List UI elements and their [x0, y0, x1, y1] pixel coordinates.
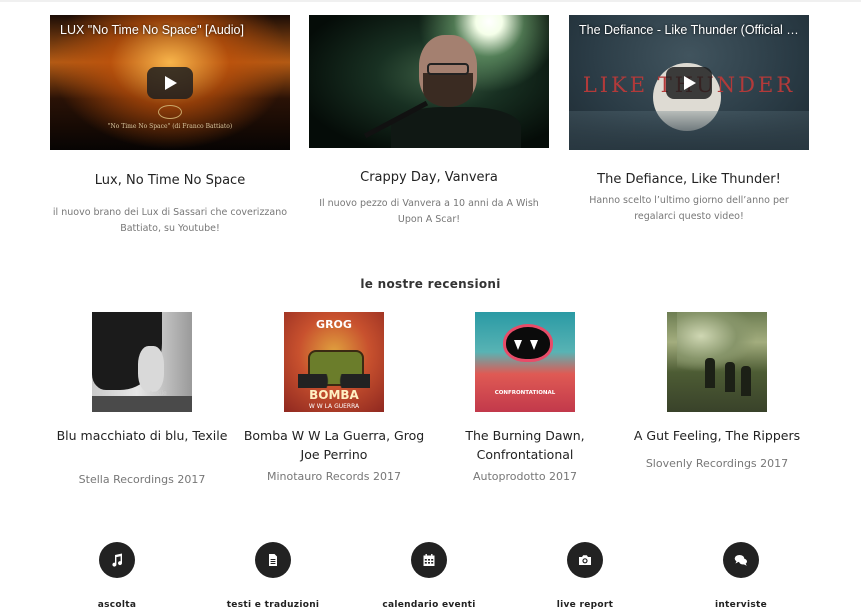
video-description: Il nuovo pezzo di Vanvera a 10 anni da A… — [319, 198, 539, 225]
cover-text: CONFRONTATIONAL — [494, 390, 556, 396]
video-thumbnail[interactable]: LUX "No Time No Space" [Audio] "No Time … — [50, 15, 290, 150]
nav-label[interactable]: calendario eventi — [354, 600, 504, 610]
cover-band-shape — [92, 396, 192, 412]
fang-icon — [530, 340, 538, 350]
cover-mouth-shape — [503, 324, 553, 362]
video-thumbnail[interactable] — [309, 15, 549, 148]
nav-label[interactable]: testi e traduzioni — [198, 600, 348, 610]
review-label: Stella Recordings 2017 — [78, 473, 206, 486]
cover-text: BOMBA — [309, 388, 359, 402]
video-thumb-title[interactable]: LUX "No Time No Space" [Audio] — [60, 23, 282, 37]
album-cover[interactable]: CONFRONTATIONAL — [475, 312, 575, 412]
nav-label[interactable]: live report — [510, 600, 660, 610]
review-label: Slovenly Recordings 2017 — [645, 457, 789, 470]
album-cover[interactable]: texile — [92, 312, 192, 412]
cover-figure-shape — [741, 366, 751, 396]
video-description: il nuovo brano dei Lux di Sassari che co… — [52, 207, 288, 234]
nav-label[interactable]: interviste — [666, 600, 816, 610]
review-label: Minotauro Records 2017 — [266, 470, 401, 483]
video-title[interactable]: The Defiance, Like Thunder! — [569, 172, 809, 187]
nav-label[interactable]: ascolta — [42, 600, 192, 610]
singer-beard-shape — [423, 73, 473, 107]
review-title[interactable]: The Burning Dawn, Confrontational — [425, 426, 625, 464]
document-icon[interactable] — [255, 542, 291, 578]
review-title[interactable]: A Gut Feeling, The Rippers — [617, 426, 817, 445]
cover-wheels-shape — [298, 374, 370, 388]
top-divider — [0, 0, 861, 2]
camera-icon[interactable] — [567, 542, 603, 578]
fang-icon — [514, 340, 522, 350]
video-title[interactable]: Lux, No Time No Space — [50, 173, 290, 188]
cover-figure-shape — [705, 358, 715, 388]
play-icon[interactable] — [666, 66, 712, 99]
reviews-section-title: le nostre recensioni — [360, 277, 501, 291]
album-cover[interactable]: GROG BOMBA W W LA GUERRA — [284, 312, 384, 412]
video-cover-text: "No Time No Space" (di Franco Battiato) — [107, 123, 233, 130]
comments-icon[interactable] — [723, 542, 759, 578]
calendar-icon[interactable] — [411, 542, 447, 578]
glasses-icon — [427, 63, 469, 75]
video-description: Hanno scelto l’ultimo giorno dell’anno p… — [589, 195, 789, 222]
video-thumbnail[interactable]: LIKE THUNDER The Defiance - Like Thunder… — [569, 15, 809, 150]
review-title[interactable]: Blu macchiato di blu, Texile — [42, 426, 242, 445]
cover-text: GROG — [316, 318, 352, 331]
play-icon[interactable] — [147, 66, 193, 99]
music-icon[interactable] — [99, 542, 135, 578]
cover-text: texile — [150, 390, 167, 397]
video-thumb-title[interactable]: The Defiance - Like Thunder (Official Ly… — [579, 23, 801, 37]
review-title[interactable]: Bomba W W La Guerra, Grog Joe Perrino — [234, 426, 434, 464]
cover-face-shape — [138, 346, 164, 392]
clouds-shape — [569, 111, 809, 150]
cover-text: W W LA GUERRA — [308, 403, 360, 410]
album-cover[interactable] — [667, 312, 767, 412]
review-label: Autoprodotto 2017 — [472, 470, 578, 483]
cover-tree-shape — [677, 312, 757, 372]
cover-figure-shape — [725, 362, 735, 392]
band-logo-icon — [158, 105, 182, 119]
video-title[interactable]: Crappy Day, Vanvera — [309, 170, 549, 185]
